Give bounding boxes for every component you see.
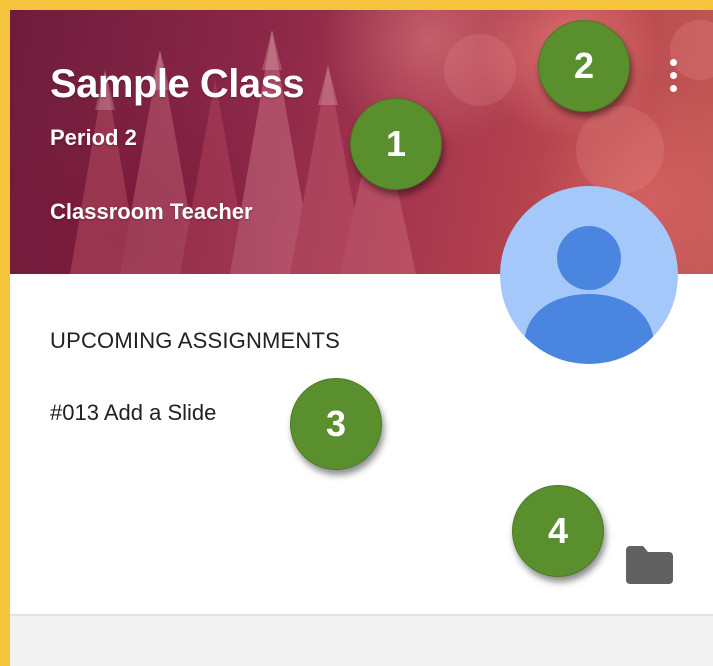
callout-marker: 3 — [290, 378, 382, 470]
person-icon — [524, 226, 654, 364]
class-card: Sample Class Period 2 Classroom Teacher … — [10, 10, 713, 666]
callout-marker: 1 — [350, 98, 442, 190]
more-vert-icon[interactable] — [658, 52, 688, 98]
card-footer — [10, 614, 713, 666]
teacher-avatar — [500, 186, 678, 364]
class-teacher-name: Classroom Teacher — [50, 199, 253, 224]
upcoming-assignments-label: UPCOMING ASSIGNMENTS — [50, 328, 341, 353]
callout-marker: 2 — [538, 20, 630, 112]
class-period: Period 2 — [50, 125, 137, 150]
callout-marker: 4 — [512, 485, 604, 577]
assignment-link[interactable]: #013 Add a Slide — [50, 400, 216, 426]
class-title[interactable]: Sample Class — [50, 62, 305, 107]
folder-icon[interactable] — [622, 542, 676, 588]
